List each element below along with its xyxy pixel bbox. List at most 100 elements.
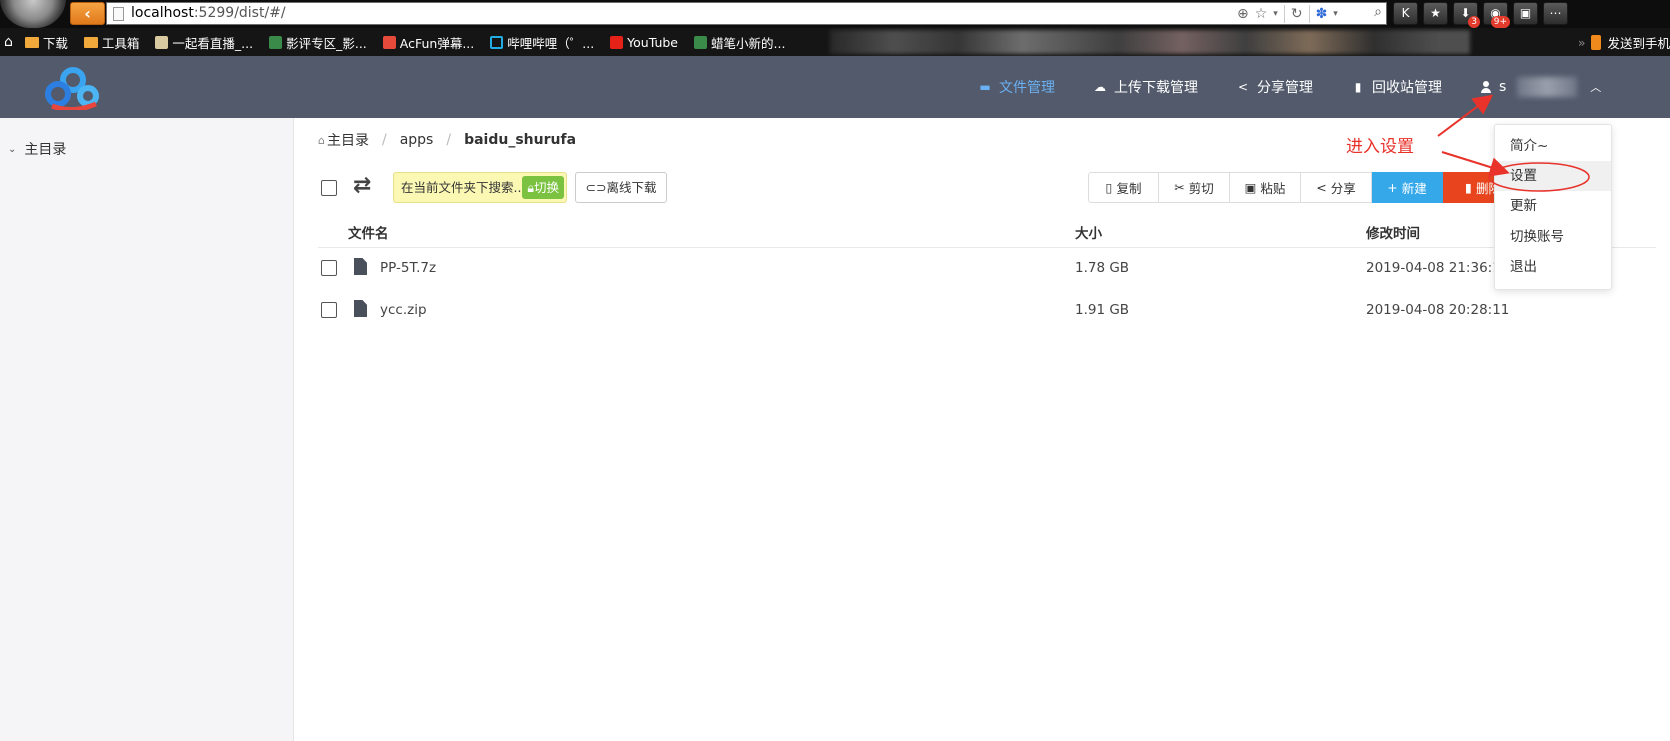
star-extension-icon[interactable]: ★ [1423,2,1448,25]
bookmark-acfun[interactable]: AcFun弹幕... [382,33,474,52]
blurred-username [1517,77,1578,97]
security-icon[interactable]: ⊕ [1237,6,1249,22]
download-extension-icon[interactable]: ⬇ 3 [1453,2,1480,28]
panda-icon [694,35,708,49]
plus-icon: + [1387,180,1398,195]
cut-button[interactable]: ✂ 剪切 [1159,172,1230,203]
file-icon [354,300,367,317]
game-badge: 9+ [1490,16,1510,28]
menu-item-about[interactable]: 简介~ [1495,131,1611,161]
column-header-size[interactable]: 大小 [1075,222,1102,242]
trash-icon: ▮ [1354,80,1362,94]
game-extension-icon[interactable]: ◉ 9+ [1483,2,1510,28]
row-checkbox[interactable] [321,302,337,318]
screenshot-extension-icon[interactable]: ▣ [1513,2,1538,25]
browser-toolbar: ‹ localhost:5299/dist/#/ ⊕ ☆ ▾ ↻ ✽ ▾ ⌕ K… [0,0,1670,28]
file-size: 1.91 GB [1075,302,1130,318]
search-input[interactable]: 在当前文件夹下搜索... 🔒︎切换 [393,172,567,203]
file-icon [354,258,367,275]
send-to-phone[interactable]: » 发送到手机 [1578,28,1670,56]
nav-file-management[interactable]: ▬ 文件管理 [978,77,1055,97]
swap-view-icon[interactable]: ⇄ [353,175,371,197]
column-header-modified[interactable]: 修改时间 [1366,222,1420,242]
chevron-down-icon[interactable]: ⌄ [8,144,16,155]
annotation-label: 进入设置 [1346,137,1414,157]
nav-share-management[interactable]: < 分享管理 [1236,77,1313,97]
overflow-chevron-icon[interactable]: » [1578,35,1586,50]
paste-button[interactable]: ▣ 粘贴 [1230,172,1301,203]
download-badge: 3 [1468,16,1480,28]
sidebar-item-root[interactable]: ⌄ 主目录 [8,139,66,159]
bookmark-icon [155,35,169,49]
send-to-phone-label: 发送到手机 [1607,35,1670,51]
app-header: ▬ 文件管理 ☁ 上传下载管理 < 分享管理 ▮ 回收站管理 s ︿ [0,56,1670,118]
user-icon [1480,81,1492,93]
table-row[interactable]: PP-5T.7z 1.78 GB 2019-04-08 21:36:11 [318,249,1656,289]
divider [1283,4,1285,23]
file-name[interactable]: PP-5T.7z [380,260,436,276]
favorite-star-icon[interactable]: ☆ [1255,6,1268,22]
bookmark-youtube[interactable]: YouTube [610,35,678,50]
table-row[interactable]: ycc.zip 1.91 GB 2019-04-08 20:28:11 [318,291,1656,331]
trash-icon: ▮ [1465,180,1472,195]
row-checkbox[interactable] [321,260,337,276]
bookmark-bilibili[interactable]: 哔哩哔哩（゜... [490,33,594,52]
url-text[interactable]: localhost:5299/dist/#/ [131,5,286,21]
chevron-up-icon: ︿ [1590,81,1602,94]
folder-icon: ▬ [979,80,991,94]
youtube-icon [610,35,624,49]
k-extension-icon[interactable]: K [1393,2,1418,25]
nav-recycle-bin[interactable]: ▮ 回收站管理 [1351,77,1442,97]
address-bar[interactable]: localhost:5299/dist/#/ ⊕ ☆ ▾ ↻ ✽ ▾ ⌕ [106,2,1387,25]
browser-profile-avatar[interactable] [0,0,66,28]
bookmark-downloads[interactable]: 下载 [24,33,68,52]
scissors-icon: ✂ [1174,180,1185,195]
bookmark-live[interactable]: 一起看直播_... [155,33,253,52]
chevron-down-icon[interactable]: ▾ [1273,9,1278,19]
file-name[interactable]: ycc.zip [380,302,427,318]
bookmark-toolbox[interactable]: 工具箱 [83,33,139,52]
baidu-search-engine-icon[interactable]: ✽ [1316,6,1328,22]
copy-icon: ▯ [1105,180,1113,195]
bookmark-crayon[interactable]: 蜡笔小新的... [694,33,785,52]
refresh-icon[interactable]: ↻ [1291,6,1303,22]
share-icon: < [1316,180,1327,195]
file-modified: 2019-04-08 20:28:11 [1366,302,1510,318]
acfun-icon [382,35,396,49]
home-icon: ⌂ [318,133,325,147]
offline-download-button[interactable]: ⊂⊃离线下载 [575,172,667,203]
chevron-down-icon[interactable]: ▾ [1333,9,1338,19]
breadcrumb: ⌂ 主目录 / apps / baidu_shurufa [318,130,576,150]
home-icon[interactable]: ⌂ [4,34,13,50]
breadcrumb-apps[interactable]: apps [400,132,434,148]
menu-item-switch-account[interactable]: 切换账号 [1495,222,1611,252]
paste-icon: ▣ [1244,180,1257,195]
sidebar-item-label: 主目录 [24,142,67,158]
more-extension-icon[interactable]: ⋯ [1543,2,1568,25]
folder-icon [83,36,98,48]
column-header-name[interactable]: 文件名 [348,222,389,242]
bookmark-reviews[interactable]: 影评专区_影... [269,33,367,52]
divider [1308,4,1310,23]
copy-button[interactable]: ▯ 复制 [1088,172,1159,203]
share-button[interactable]: < 分享 [1301,172,1372,203]
baidu-cloud-logo-icon[interactable] [44,66,102,110]
address-bar-actions: ⊕ ☆ ▾ ↻ ✽ ▾ [1237,4,1338,23]
user-name: s [1499,79,1507,95]
select-all-checkbox[interactable] [321,180,337,196]
share-icon: < [1237,80,1249,94]
menu-item-update[interactable]: 更新 [1495,191,1611,221]
new-button[interactable]: + 新建 [1372,172,1443,203]
sidebar: ⌄ 主目录 [0,118,294,741]
breadcrumb-separator: / [446,132,452,148]
breadcrumb-separator: / [381,132,387,148]
user-menu-toggle[interactable]: s ︿ [1480,77,1601,97]
folder-icon [24,36,39,48]
breadcrumb-root[interactable]: 主目录 [327,130,369,150]
back-arrow-icon[interactable]: ‹ [70,2,105,25]
search-icon[interactable]: ⌕ [1374,4,1382,20]
menu-item-logout[interactable]: 退出 [1495,252,1611,282]
nav-transfer-management[interactable]: ☁ 上传下载管理 [1093,77,1198,97]
switch-button[interactable]: 🔒︎切换 [522,176,564,199]
menu-item-settings[interactable]: 设置 [1495,161,1611,191]
